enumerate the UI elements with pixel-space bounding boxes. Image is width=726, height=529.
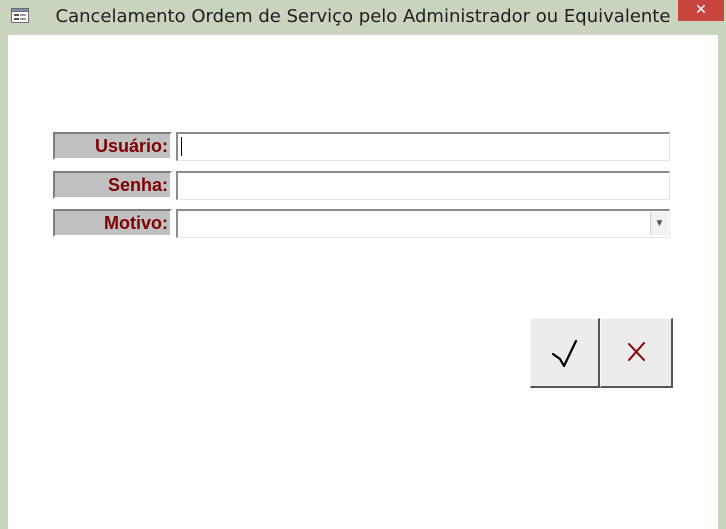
window-title: Cancelamento Ordem de Serviço pelo Admin…: [55, 6, 671, 27]
confirm-button[interactable]: [530, 318, 600, 388]
chevron-down-icon: ▼: [654, 218, 665, 229]
check-icon: [551, 339, 578, 368]
dropdown-arrow-button[interactable]: ▼: [650, 212, 668, 235]
x-icon: [628, 342, 645, 361]
title-bar: Cancelamento Ordem de Serviço pelo Admin…: [0, 0, 726, 35]
close-button[interactable]: ✕: [678, 0, 724, 21]
senha-input[interactable]: [176, 171, 670, 200]
motivo-dropdown[interactable]: ▼: [176, 209, 670, 238]
motivo-label: Motivo:: [53, 209, 172, 237]
close-icon: ✕: [695, 2, 707, 18]
senha-label: Senha:: [53, 171, 172, 199]
cancel-button[interactable]: [600, 318, 673, 388]
usuario-input[interactable]: [176, 132, 670, 161]
form-area: Usuário: Senha: Motivo: ▼: [8, 35, 718, 529]
usuario-label: Usuário:: [53, 132, 172, 160]
text-caret: [181, 137, 182, 156]
